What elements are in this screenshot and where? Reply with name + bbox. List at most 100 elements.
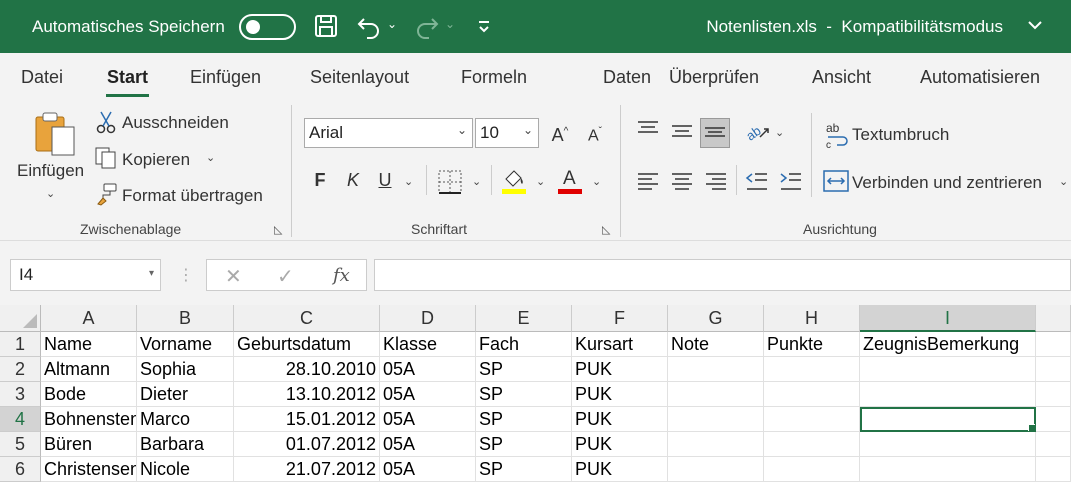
column-header-b[interactable]: B (137, 305, 234, 332)
cell-b3[interactable]: Dieter (137, 382, 234, 407)
save-icon[interactable] (313, 13, 339, 44)
cell-a3[interactable]: Bode (41, 382, 137, 407)
align-top-icon[interactable] (636, 119, 660, 144)
cell-e5[interactable]: SP (476, 432, 572, 457)
cell-c2[interactable]: 28.10.2010 (234, 357, 380, 382)
cell-g3[interactable] (668, 382, 764, 407)
autosave-toggle[interactable] (239, 14, 296, 40)
cell-i2[interactable] (860, 357, 1036, 382)
tab-daten[interactable]: Daten (603, 67, 651, 88)
bold-button[interactable]: F (305, 165, 335, 195)
cell-f4[interactable]: PUK (572, 407, 668, 432)
fill-color-icon[interactable] (501, 165, 527, 200)
row-header-4[interactable]: 4 (0, 407, 41, 432)
cell-g1[interactable]: Note (668, 332, 764, 357)
font-color-dropdown-icon[interactable]: ⌄ (592, 175, 601, 188)
cell-f1[interactable]: Kursart (572, 332, 668, 357)
cell-c4[interactable]: 15.01.2012 (234, 407, 380, 432)
tab-formeln[interactable]: Formeln (461, 67, 527, 88)
font-size-select[interactable]: 10 ⌄ (475, 118, 539, 148)
cell-i5[interactable] (860, 432, 1036, 457)
cell-e4[interactable]: SP (476, 407, 572, 432)
align-left-icon[interactable] (636, 171, 660, 198)
drag-handle-icon[interactable]: ⋮ (178, 265, 194, 285)
cell-c1[interactable]: Geburtsdatum (234, 332, 380, 357)
undo-dropdown-icon[interactable]: ⌄ (387, 17, 397, 31)
decrease-indent-icon[interactable] (745, 171, 769, 198)
dialog-launcher-icon[interactable]: ◺ (602, 223, 610, 236)
tab-automatisieren[interactable]: Automatisieren (920, 67, 1040, 88)
cell-b4[interactable]: Marco (137, 407, 234, 432)
cell-h3[interactable] (764, 382, 860, 407)
font-name-select[interactable]: Arial ⌄ (304, 118, 473, 148)
cell-d6[interactable]: 05A (380, 457, 476, 482)
column-header-g[interactable]: G (668, 305, 764, 332)
document-title[interactable]: Notenlisten.xls - Kompatibilitätsmodus (706, 17, 1003, 37)
cell-f3[interactable]: PUK (572, 382, 668, 407)
tab-seitenlayout[interactable]: Seitenlayout (310, 67, 409, 88)
tab-datei[interactable]: Datei (21, 67, 63, 88)
cell-b2[interactable]: Sophia (137, 357, 234, 382)
cell-a6[interactable]: Christensen (41, 457, 137, 482)
cell-h1[interactable]: Punkte (764, 332, 860, 357)
redo-dropdown-icon[interactable]: ⌄ (445, 17, 455, 31)
cell-a2[interactable]: Altmann (41, 357, 137, 382)
dialog-launcher-icon[interactable]: ◺ (274, 223, 282, 236)
column-header-f[interactable]: F (572, 305, 668, 332)
cell-a1[interactable]: Name (41, 332, 137, 357)
paste-label[interactable]: Einfügen (17, 161, 84, 181)
row-header-3[interactable]: 3 (0, 382, 41, 407)
align-center-icon[interactable] (670, 171, 694, 198)
cell-g6[interactable] (668, 457, 764, 482)
cell-partial[interactable] (1036, 332, 1071, 357)
cell-f2[interactable]: PUK (572, 357, 668, 382)
borders-dropdown-icon[interactable]: ⌄ (472, 175, 481, 188)
cell-c3[interactable]: 13.10.2012 (234, 382, 380, 407)
paste-icon[interactable] (32, 109, 80, 164)
cell-e3[interactable]: SP (476, 382, 572, 407)
cell-b6[interactable]: Nicole (137, 457, 234, 482)
cell-f6[interactable]: PUK (572, 457, 668, 482)
cell-d5[interactable]: 05A (380, 432, 476, 457)
merge-center-button[interactable]: Verbinden und zentrieren (852, 173, 1042, 193)
row-header-1[interactable]: 1 (0, 332, 41, 357)
tab-start[interactable]: Start (105, 67, 150, 97)
cell-h2[interactable] (764, 357, 860, 382)
cancel-icon[interactable]: ✕ (225, 264, 242, 289)
cell-e2[interactable]: SP (476, 357, 572, 382)
cell-a5[interactable]: Büren (41, 432, 137, 457)
cell-d4[interactable]: 05A (380, 407, 476, 432)
enter-icon[interactable]: ✓ (277, 264, 294, 289)
orientation-dropdown-icon[interactable]: ⌄ (775, 126, 784, 139)
underline-button[interactable]: U (370, 165, 400, 195)
cell-g2[interactable] (668, 357, 764, 382)
align-right-icon[interactable] (704, 171, 728, 198)
fill-color-dropdown-icon[interactable]: ⌄ (536, 175, 545, 188)
cell-g5[interactable] (668, 432, 764, 457)
copy-button[interactable]: Kopieren (122, 150, 190, 170)
increase-indent-icon[interactable] (779, 171, 803, 198)
cell-e1[interactable]: Fach (476, 332, 572, 357)
cell-partial[interactable] (1036, 407, 1071, 432)
align-middle-icon[interactable] (670, 123, 694, 148)
row-header-2[interactable]: 2 (0, 357, 41, 382)
insert-function-icon[interactable]: fx (333, 265, 350, 286)
column-header-e[interactable]: E (476, 305, 572, 332)
cell-e6[interactable]: SP (476, 457, 572, 482)
formula-input[interactable] (374, 259, 1071, 291)
cell-partial[interactable] (1036, 432, 1071, 457)
row-header-6[interactable]: 6 (0, 457, 41, 482)
cell-c6[interactable]: 21.07.2012 (234, 457, 380, 482)
cell-h6[interactable] (764, 457, 860, 482)
copy-dropdown-icon[interactable]: ⌄ (206, 151, 215, 164)
cell-d3[interactable]: 05A (380, 382, 476, 407)
chevron-down-icon[interactable] (1027, 17, 1043, 38)
redo-icon[interactable] (414, 13, 440, 44)
cell-i6[interactable] (860, 457, 1036, 482)
increase-font-size-icon[interactable]: A^ (545, 117, 575, 147)
cell-partial[interactable] (1036, 457, 1071, 482)
column-header-h[interactable]: H (764, 305, 860, 332)
cell-b1[interactable]: Vorname (137, 332, 234, 357)
column-header-partial[interactable] (1036, 305, 1071, 332)
align-bottom-button[interactable] (700, 118, 730, 148)
